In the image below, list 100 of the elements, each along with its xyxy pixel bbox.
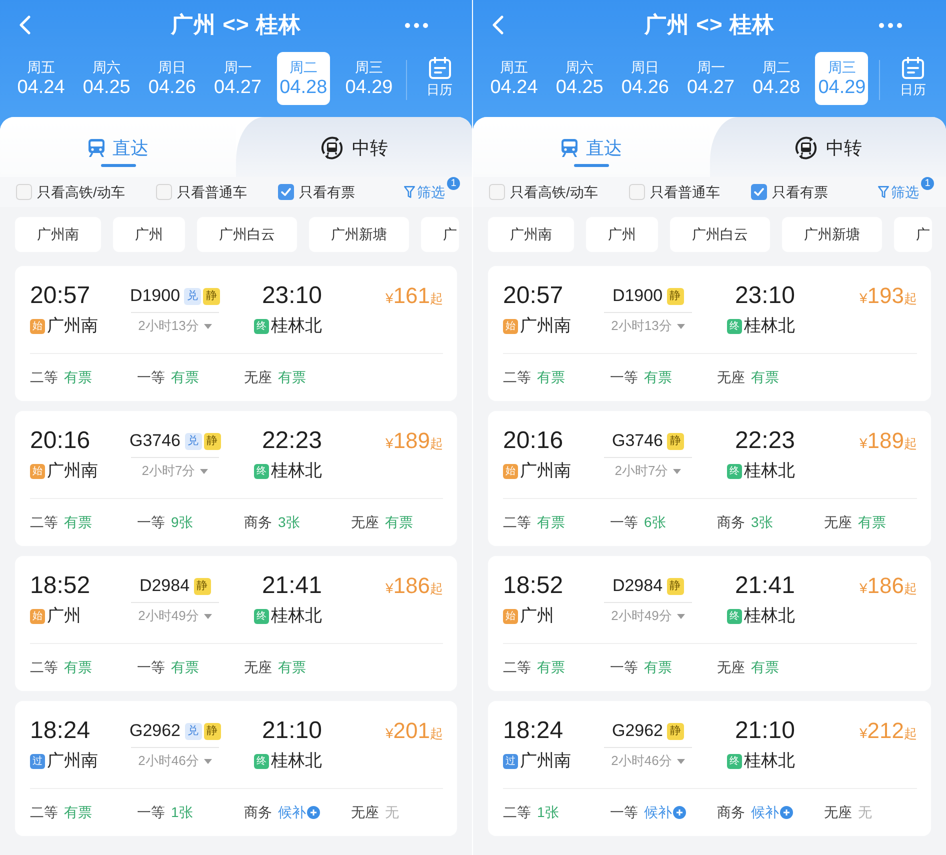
ticket-status: 候补 — [278, 804, 306, 822]
ticket-status: 有票 — [644, 368, 672, 386]
caret-down-icon — [676, 324, 685, 328]
caret-down-icon — [204, 324, 212, 328]
train-card[interactable]: 20:16 G3746 静 2小时7分 22:23 ¥189起 始 广州南 终 桂林北 二等 有票 一等 6张 商务 3张 无座 有票 — [488, 411, 931, 546]
train-card[interactable]: 20:57 D1900 静 2小时13分 23:10 ¥193起 始 广州南 终 桂林北 二等 有票 一等 有票 无座 有票 — [488, 266, 931, 401]
plus-circle-icon[interactable] — [780, 806, 793, 819]
station-tag: 终 — [727, 318, 742, 334]
station-chip[interactable]: 广 — [421, 217, 459, 252]
price-label: ¥186起 — [385, 573, 443, 599]
train-tag: 静 — [667, 432, 684, 450]
price-label: ¥189起 — [385, 428, 443, 454]
station-name: 桂林北 — [744, 460, 795, 482]
checkbox-label[interactable]: 只看有票 — [772, 183, 828, 201]
ticket-status: 有票 — [644, 658, 672, 676]
station-name: 桂林北 — [744, 750, 795, 772]
seat-class: 二等 — [503, 804, 531, 822]
checkbox-label[interactable]: 只看有票 — [298, 183, 355, 201]
checkbox-label[interactable]: 只看高铁/动车 — [37, 183, 125, 201]
train-tag: 兑 — [184, 432, 202, 450]
departure-time: 18:52 — [503, 573, 564, 599]
train-card[interactable]: 18:24 G2962 静 2小时46分 21:10 ¥212起 过 广州南 终 桂林北 二等 1张 一等 候补 商务 候补 无座 无 — [488, 701, 931, 836]
plus-circle-icon[interactable] — [673, 806, 686, 819]
arrival-time: 23:10 — [734, 283, 795, 309]
station-tag: 始 — [30, 318, 45, 334]
station-tag: 始 — [503, 608, 518, 624]
station-tag: 终 — [727, 754, 742, 768]
station-tag: 过 — [503, 754, 518, 768]
page-title: 广州 <> 桂林 — [644, 11, 774, 39]
ticket-status: 有票 — [858, 514, 886, 532]
mode-tab[interactable]: 中转 — [236, 117, 472, 177]
checkbox[interactable] — [156, 184, 172, 200]
departure-time: 20:57 — [503, 283, 564, 309]
station-chip[interactable]: 广州南 — [15, 217, 101, 252]
ticket-status: 有票 — [751, 658, 779, 676]
station-name: 桂林北 — [744, 605, 795, 627]
checkbox[interactable] — [750, 184, 767, 200]
seat-class: 无座 — [717, 658, 745, 676]
mode-tab[interactable]: 中转 — [710, 117, 946, 177]
seat-class: 二等 — [30, 658, 58, 676]
departure-time: 20:16 — [30, 428, 90, 454]
station-chip[interactable]: 广州白云 — [197, 217, 297, 252]
train-card[interactable]: 20:16 G3746 兑 静 2小时7分 22:23 ¥189起 始 广州南 终 桂林北 二等 有票 一等 9张 商务 3张 无座 有票 — [15, 411, 457, 546]
seat-class: 无座 — [244, 368, 272, 386]
train-number: D1900 — [130, 286, 180, 306]
back-icon[interactable] — [19, 15, 31, 35]
train-number: G3746 — [129, 431, 181, 451]
station-tag: 终 — [254, 754, 269, 768]
seat-class: 二等 — [30, 514, 58, 532]
station-tag: 过 — [30, 754, 45, 768]
train-card[interactable]: 18:52 D2984 静 2小时49分 21:41 ¥186起 始 广州 终 桂林北 二等 有票 一等 有票 无座 有票 — [15, 556, 457, 691]
checkbox-label[interactable]: 只看高铁/动车 — [510, 183, 598, 201]
price-label: ¥212起 — [859, 718, 917, 744]
ticket-status: 3张 — [751, 514, 773, 532]
station-name: 桂林北 — [271, 315, 322, 337]
train-card[interactable]: 20:57 D1900 兑 静 2小时13分 23:10 ¥161起 始 广州南 终 桂林北 二等 有票 一等 有票 无座 有票 — [15, 266, 457, 401]
seat-class: 一等 — [610, 804, 638, 822]
station-name: 广州 — [47, 605, 81, 627]
train-card[interactable]: 18:52 D2984 静 2小时49分 21:41 ¥186起 始 广州 终 桂林北 二等 有票 一等 有票 无座 有票 — [488, 556, 931, 691]
circled-train-icon — [320, 136, 344, 160]
seat-class: 商务 — [717, 514, 745, 532]
station-chip[interactable]: 广州白云 — [670, 217, 770, 252]
departure-time: 18:24 — [30, 718, 90, 744]
station-tag: 终 — [254, 464, 269, 478]
ticket-status: 有票 — [537, 658, 565, 676]
checkbox-label[interactable]: 只看普通车 — [176, 183, 247, 201]
station-chip[interactable]: 广州 — [113, 217, 185, 252]
station-tag: 终 — [254, 608, 269, 624]
ticket-status: 有票 — [278, 658, 306, 676]
more-icon[interactable] — [405, 22, 428, 28]
station-chip[interactable]: 广 — [894, 217, 932, 252]
ticket-status: 有票 — [64, 804, 92, 822]
caret-down-icon — [676, 614, 685, 618]
ticket-status: 有票 — [537, 514, 565, 532]
checkbox[interactable] — [628, 184, 645, 200]
seat-class: 一等 — [137, 804, 165, 822]
seat-class: 无座 — [717, 368, 745, 386]
train-number: G2962 — [612, 721, 664, 741]
checkbox-label[interactable]: 只看普通车 — [650, 183, 720, 201]
checkbox[interactable] — [278, 184, 294, 200]
arrival-time: 23:10 — [262, 283, 322, 309]
back-icon[interactable] — [492, 15, 504, 35]
station-chip[interactable]: 广州 — [586, 217, 658, 252]
station-chip[interactable]: 广州南 — [488, 217, 574, 252]
more-icon[interactable] — [879, 22, 902, 28]
checkbox[interactable] — [16, 184, 32, 200]
station-tag: 始 — [30, 464, 45, 478]
station-name: 广州 — [520, 605, 554, 627]
plus-circle-icon[interactable] — [307, 806, 320, 819]
ticket-status: 1张 — [537, 804, 559, 822]
checkbox[interactable] — [489, 184, 505, 200]
ticket-status: 有票 — [171, 658, 199, 676]
seat-class: 一等 — [137, 658, 165, 676]
station-chip[interactable]: 广州新塘 — [782, 217, 882, 252]
station-name: 桂林北 — [271, 460, 322, 482]
train-tag: 兑 — [184, 288, 202, 304]
departure-time: 18:52 — [30, 573, 90, 599]
seat-class: 无座 — [244, 658, 272, 676]
train-card[interactable]: 18:24 G2962 兑 静 2小时46分 21:10 ¥201起 过 广州南 终 桂林北 二等 有票 一等 1张 商务 候补 无座 无 — [15, 701, 457, 836]
station-chip[interactable]: 广州新塘 — [309, 217, 409, 252]
